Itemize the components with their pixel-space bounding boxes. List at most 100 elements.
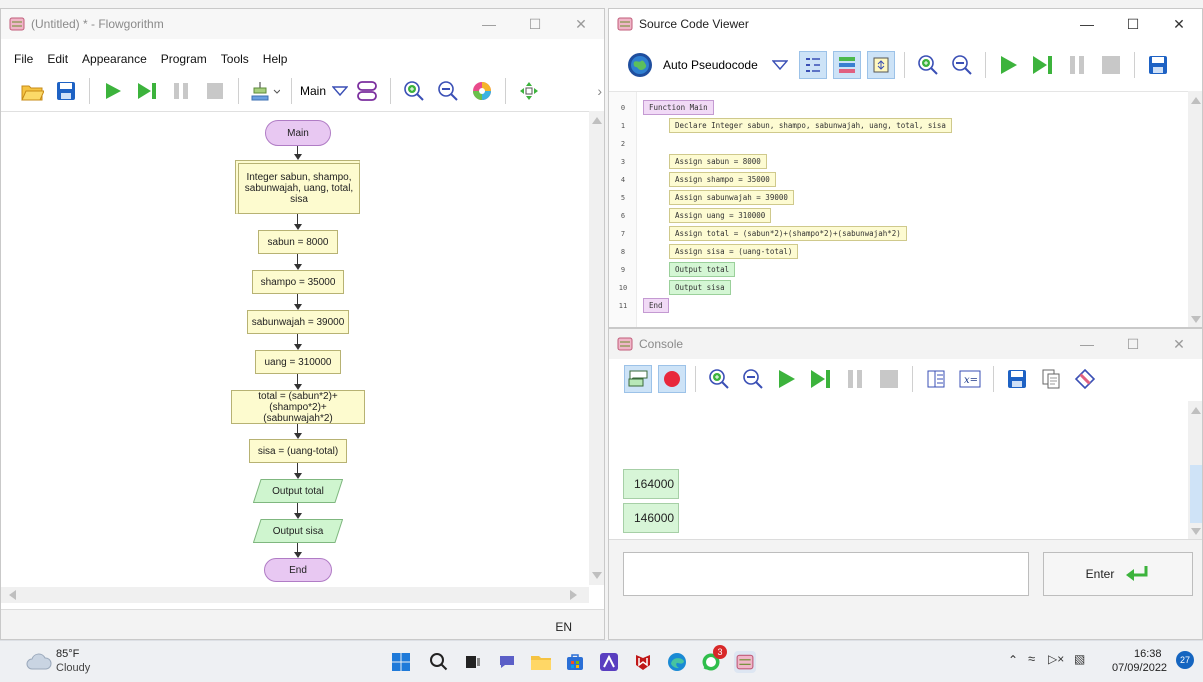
assign-uang-block[interactable]: uang = 310000	[255, 350, 341, 374]
start-terminal[interactable]: Main	[265, 120, 331, 146]
clear-eraser-icon[interactable]	[1071, 365, 1099, 393]
flowgorithm-titlebar[interactable]: (Untitled) * - Flowgorithm — ☐ ✕	[1, 9, 604, 39]
fit-width-toggle-icon[interactable]	[866, 51, 895, 79]
end-terminal[interactable]: End	[264, 558, 332, 582]
task-view-icon[interactable]	[462, 651, 484, 673]
code-line-output[interactable]: Output sisa	[669, 280, 731, 295]
colored-blocks-toggle-icon[interactable]	[832, 51, 861, 79]
scroll-left-arrow-icon[interactable]	[9, 590, 16, 600]
battery-icon[interactable]: ▧	[1074, 652, 1085, 666]
scroll-up-arrow-icon[interactable]	[1191, 407, 1201, 414]
flowchart-vertical-scrollbar[interactable]	[589, 111, 604, 585]
pause-icon[interactable]	[167, 77, 195, 105]
console-output-area[interactable]: 164000 146000	[609, 401, 1188, 539]
source-vertical-scrollbar[interactable]	[1188, 91, 1202, 327]
line-numbers-toggle-icon[interactable]	[798, 51, 827, 79]
menu-file[interactable]: File	[7, 49, 40, 71]
code-line-assign[interactable]: Assign sabunwajah = 39000	[669, 190, 794, 205]
whatsapp-icon[interactable]: 3	[700, 645, 727, 673]
menu-tools[interactable]: Tools	[214, 49, 256, 71]
console-input-field[interactable]	[623, 552, 1029, 596]
wifi-icon[interactable]: ≈	[1028, 651, 1035, 666]
output-sisa-block[interactable]: Output sisa	[253, 519, 343, 543]
run-icon[interactable]	[99, 77, 127, 105]
notification-badge[interactable]: 27	[1176, 651, 1194, 669]
assign-sabun-block[interactable]: sabun = 8000	[258, 230, 338, 254]
chat-icon[interactable]	[496, 651, 518, 673]
maximize-button[interactable]: ☐	[1110, 329, 1156, 359]
menu-program[interactable]: Program	[154, 49, 214, 71]
file-explorer-icon[interactable]	[530, 651, 552, 673]
minimize-button[interactable]: —	[1064, 329, 1110, 359]
menu-edit[interactable]: Edit	[40, 49, 75, 71]
toolbar-overflow-icon[interactable]: ›	[597, 83, 602, 99]
menu-appearance[interactable]: Appearance	[75, 49, 154, 71]
store-icon[interactable]	[564, 651, 586, 673]
save-icon[interactable]	[1144, 51, 1172, 79]
flowchart-canvas[interactable]: Main Integer sabun, shampo, sabunwajah, …	[1, 111, 589, 585]
zoom-out-icon[interactable]	[434, 77, 462, 105]
panel-layout-icon[interactable]	[922, 365, 950, 393]
console-scroll-thumb[interactable]	[1190, 465, 1202, 523]
chevron-down-icon[interactable]	[770, 51, 790, 79]
output-total-block[interactable]: Output total	[253, 479, 343, 503]
chat-view-toggle-icon[interactable]	[624, 365, 652, 393]
step-icon[interactable]	[1029, 51, 1057, 79]
code-line-declare[interactable]: Declare Integer sabun, shampo, sabunwaja…	[669, 118, 952, 133]
functions-icon[interactable]	[353, 77, 381, 105]
assign-shampo-block[interactable]: shampo = 35000	[252, 270, 344, 294]
function-selector[interactable]: Main	[300, 84, 326, 98]
step-icon[interactable]	[133, 77, 161, 105]
stop-icon[interactable]	[201, 77, 229, 105]
record-toggle-icon[interactable]	[658, 365, 686, 393]
step-icon[interactable]	[807, 365, 835, 393]
minimize-button[interactable]: —	[1064, 9, 1110, 39]
maximize-button[interactable]: ☐	[1110, 9, 1156, 39]
maximize-button[interactable]: ☐	[512, 9, 558, 39]
clock-date[interactable]: 07/09/2022	[1112, 662, 1167, 674]
language-selector[interactable]: Auto Pseudocode	[663, 58, 758, 72]
edge-browser-icon[interactable]	[666, 651, 688, 673]
weather-widget[interactable]: 85°F Cloudy	[26, 647, 136, 677]
code-line-assign[interactable]: Assign sabun = 8000	[669, 154, 767, 169]
stop-icon[interactable]	[1097, 51, 1125, 79]
open-folder-icon[interactable]	[18, 77, 46, 105]
zoom-in-icon[interactable]	[705, 365, 733, 393]
flowgorithm-taskbar-icon[interactable]	[734, 651, 756, 673]
scroll-up-arrow-icon[interactable]	[1191, 97, 1201, 104]
run-icon[interactable]	[773, 365, 801, 393]
pause-icon[interactable]	[841, 365, 869, 393]
code-line-assign[interactable]: Assign total = (sabun*2)+(shampo*2)+(sab…	[669, 226, 907, 241]
minimize-button[interactable]: —	[466, 9, 512, 39]
enter-button[interactable]: Enter	[1043, 552, 1193, 596]
code-line-assign[interactable]: Assign sisa = (uang-total)	[669, 244, 799, 259]
save-icon[interactable]	[1003, 365, 1031, 393]
scroll-up-arrow-icon[interactable]	[592, 117, 602, 124]
clock-time[interactable]: 16:38	[1134, 648, 1162, 660]
assign-total-block[interactable]: total = (sabun*2)+(shampo*2)+(sabunwajah…	[231, 390, 365, 424]
close-button[interactable]: ✕	[558, 9, 604, 39]
code-line-assign[interactable]: Assign shampo = 35000	[669, 172, 776, 187]
scroll-down-arrow-icon[interactable]	[1191, 316, 1201, 323]
close-button[interactable]: ✕	[1156, 9, 1202, 39]
code-line-assign[interactable]: Assign uang = 310000	[669, 208, 772, 223]
color-wheel-icon[interactable]	[468, 77, 496, 105]
assign-sisa-block[interactable]: sisa = (uang-total)	[249, 439, 347, 463]
chevron-down-icon[interactable]	[330, 77, 350, 105]
pause-icon[interactable]	[1063, 51, 1091, 79]
studio-app-icon[interactable]	[598, 651, 620, 673]
assign-sabunwajah-block[interactable]: sabunwajah = 39000	[247, 310, 349, 334]
start-button[interactable]	[390, 651, 412, 673]
declare-block[interactable]: Integer sabun, shampo, sabunwajah, uang,…	[235, 160, 360, 214]
layout-icon[interactable]	[248, 77, 282, 105]
scroll-down-arrow-icon[interactable]	[592, 572, 602, 579]
console-vertical-scrollbar[interactable]	[1188, 401, 1202, 539]
menu-help[interactable]: Help	[256, 49, 295, 71]
close-button[interactable]: ✕	[1156, 329, 1202, 359]
code-line-function[interactable]: Function Main	[643, 100, 714, 115]
run-icon[interactable]	[995, 51, 1023, 79]
zoom-in-icon[interactable]	[914, 51, 942, 79]
zoom-in-icon[interactable]	[400, 77, 428, 105]
chevron-up-icon[interactable]: ⌃	[1008, 653, 1018, 667]
scroll-right-arrow-icon[interactable]	[570, 590, 577, 600]
